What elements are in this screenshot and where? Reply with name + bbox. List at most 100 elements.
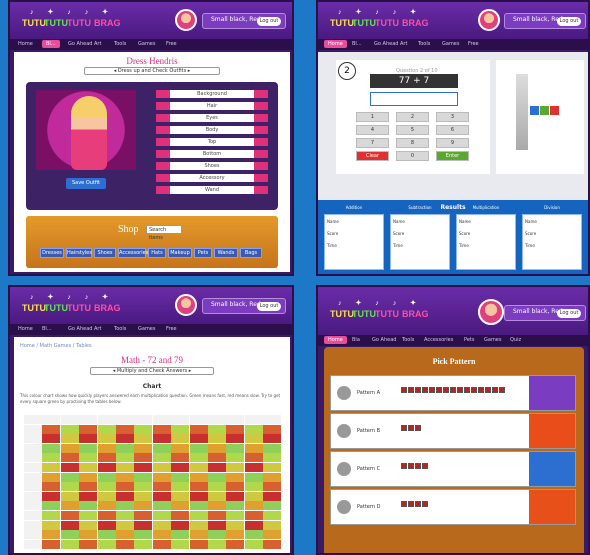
heatmap-cell [42,453,61,463]
pattern-row[interactable]: Pattern D [330,489,576,525]
user-avatar[interactable] [175,294,197,316]
heatmap-cell [24,424,42,434]
pattern-row[interactable]: Pattern A [330,375,576,411]
nav-item-free[interactable]: Free [166,41,177,47]
keypad-key[interactable]: 2 [396,112,429,122]
option-row[interactable]: Wand [156,186,268,194]
heatmap-cell [42,415,61,424]
site-header: ♪ ✦ ♪ ♪ ✦ TUTU TUTU TUTU BRAG Small blac… [318,287,588,335]
option-row[interactable]: Eyes [156,114,268,122]
heatmap-cell [171,463,190,472]
heatmap-cell [60,453,79,463]
keypad-key[interactable]: 3 [436,112,469,122]
select-radio[interactable] [337,500,351,514]
option-row[interactable]: Bottom [156,150,268,158]
heatmap-cell [60,472,79,482]
heatmap-cell [116,511,134,520]
breadcrumb[interactable]: Home / Math Games / Tables [20,343,92,349]
heatmap-cell [60,415,79,424]
heatmap-cell [79,530,98,540]
heatmap-cell [189,472,208,482]
heatmap-cell [60,491,79,501]
heatmap-cell [116,434,134,444]
main-nav: Home Bl... Go Ahead Art Tools Games Free [10,39,292,50]
heatmap-cell [24,520,42,530]
option-row[interactable]: Body [156,126,268,134]
heatmap-cell [152,530,171,540]
nav-item-go-ahead[interactable]: Go Ahead Art [68,41,101,47]
clear-button[interactable]: Clear [356,151,389,161]
site-logo[interactable]: ♪ ✦ ♪ ♪ ✦ TUTU TUTU TUTU BRAG [330,8,455,34]
shop-tab[interactable]: Pets [194,248,212,258]
logout-button[interactable]: Log out [257,17,281,26]
heatmap-cell [208,453,226,463]
answer-input[interactable] [370,92,458,106]
heatmap-cell [116,482,134,492]
logout-button[interactable]: Log out [557,309,581,318]
logo-word-3: TUTU [67,18,91,28]
user-avatar[interactable] [478,299,504,325]
site-logo[interactable]: ♪ ✦ ♪ ♪ ✦ TUTU TUTU TUTU BRAG [22,293,147,319]
shop-tab[interactable]: Makeup [168,248,192,258]
pattern-row[interactable]: Pattern B [330,413,576,449]
heatmap-cell [263,501,282,511]
nav-item-active[interactable]: Bl... [42,40,60,48]
heatmap-cell [97,463,116,472]
heatmap-cell [134,511,153,520]
color-swatches [401,416,422,431]
select-radio[interactable] [337,386,351,400]
keypad-key[interactable]: 4 [356,125,389,135]
user-avatar[interactable] [175,9,197,31]
shop-tab[interactable]: Shoes [94,248,116,258]
site-header: ♪ ✦ ♪ ♪ ✦ TUTU TUTU TUTU BRAG Small blac… [10,287,292,324]
shop-search-input[interactable]: Search items [146,225,182,241]
dressup-page: Dress Hendris ◂ Dress up and Check Outfi… [14,52,290,272]
option-row[interactable]: Shoes [156,162,268,170]
option-row[interactable]: Accessory [156,174,268,182]
heatmap-cell [97,424,116,434]
shop-tab[interactable]: Hats [148,248,166,258]
select-radio[interactable] [337,462,351,476]
heatmap-cell [116,453,134,463]
site-logo[interactable]: ♪ ✦ ♪ ♪ ✦ TUTU TUTU TUTU BRAG [330,299,455,325]
nav-item-tools[interactable]: Tools [114,41,126,47]
keypad-key[interactable]: 8 [396,138,429,148]
heatmap-cell [226,482,245,492]
question-number: 2 [338,62,356,80]
nav-item-games[interactable]: Games [138,41,156,47]
keypad-key[interactable]: 9 [436,138,469,148]
keypad-key[interactable]: 5 [396,125,429,135]
pattern-row[interactable]: Pattern C [330,451,576,487]
heatmap-cell [134,482,153,492]
shop-tab[interactable]: Bags [240,248,262,258]
option-row[interactable]: Background [156,90,268,98]
logout-button[interactable]: Log out [257,302,281,311]
enter-button[interactable]: Enter [436,151,469,161]
shop-tab[interactable]: Accessories [118,248,148,258]
nav-item-home[interactable]: Home [18,41,33,47]
keypad-key[interactable]: 7 [356,138,389,148]
keypad-key[interactable]: 1 [356,112,389,122]
heatmap-cell [244,463,263,472]
nav-item-active[interactable]: Home [324,40,347,48]
heatmap-cell [208,463,226,472]
heatmap-cell [263,520,282,530]
shop-tab[interactable]: Dresses [40,248,64,258]
page-subtitle: ◂ Multiply and Check Answers ▸ [90,367,214,375]
keypad-key[interactable]: 0 [396,151,429,161]
site-logo[interactable]: ♪ ✦ ♪ ♪ ✦ TUTU TUTU TUTU BRAG [22,8,147,34]
option-row[interactable]: Hair [156,102,268,110]
heatmap-cell [171,511,190,520]
save-outfit-button[interactable]: Save Outfit [66,178,106,189]
select-radio[interactable] [337,424,351,438]
heatmap-cell [97,482,116,492]
shop-tab[interactable]: Wands [214,248,238,258]
heatmap-cell [244,511,263,520]
nav-item-active[interactable]: Home [324,336,347,344]
keypad-key[interactable]: 6 [436,125,469,135]
heatmap-cell [42,443,61,453]
shop-tab[interactable]: Hairstyles [66,248,92,258]
option-row[interactable]: Top [156,138,268,146]
user-avatar[interactable] [478,9,500,31]
logout-button[interactable]: Log out [557,17,581,26]
